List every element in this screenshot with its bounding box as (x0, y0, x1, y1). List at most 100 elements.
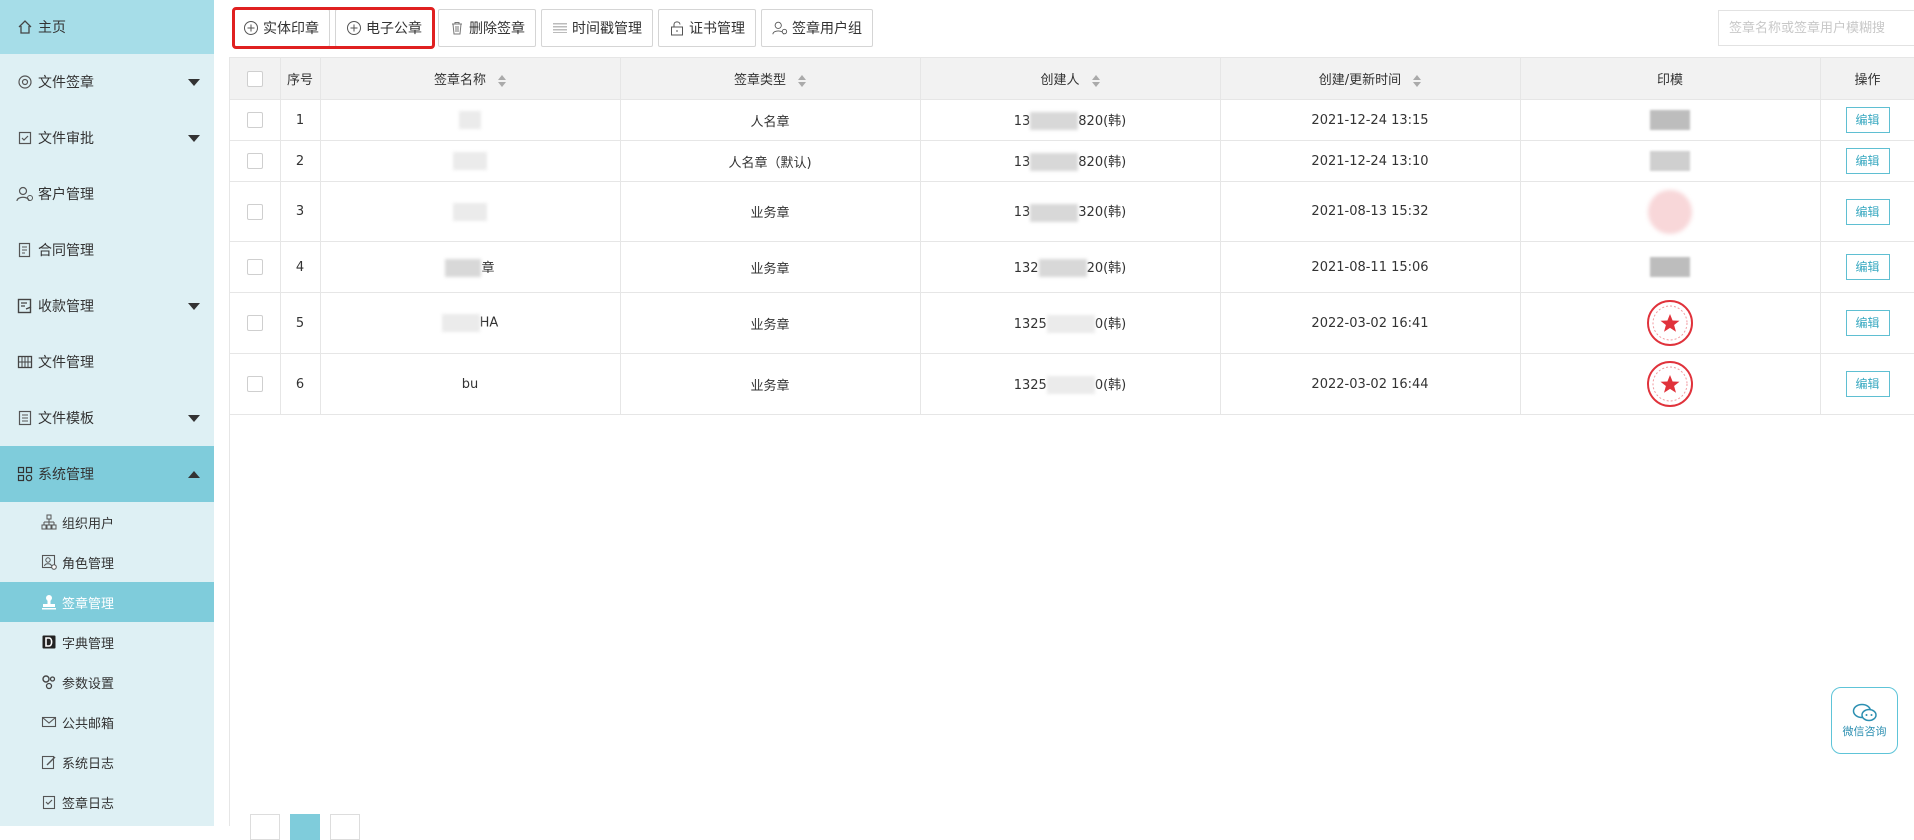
seal-user-group-button[interactable]: 签章用户组 (761, 9, 873, 47)
creator-prefix: 1325 (1013, 377, 1047, 393)
sort-icon[interactable] (498, 74, 506, 87)
electronic-seal-button[interactable]: 电子公章 (335, 9, 433, 47)
approve-icon (16, 129, 34, 147)
page-next-button[interactable] (330, 814, 360, 840)
select-all-cell[interactable] (230, 58, 281, 100)
sidebar-item-label: 合同管理 (38, 243, 94, 259)
sidebar-subitem-label: 角色管理 (62, 556, 115, 572)
org-icon (40, 513, 58, 531)
row-index: 5 (280, 292, 321, 354)
sidebar-subitem-system-log[interactable]: 系统日志 (0, 742, 214, 782)
sort-icon[interactable] (1091, 74, 1100, 87)
sidebar-subitem-seal-management[interactable]: 签章管理 (0, 582, 214, 622)
header-time-label: 创建/更新时间 (1318, 73, 1402, 88)
edit-button[interactable]: 编辑 (1845, 148, 1890, 174)
row-time: 2021-08-11 15:06 (1220, 241, 1521, 293)
sidebar-subitem-org-users[interactable]: 组织用户 (0, 502, 214, 542)
edit-button[interactable]: 编辑 (1845, 198, 1890, 225)
sidebar-item-payments[interactable]: 收款管理 (0, 278, 214, 334)
plus-circle-icon (243, 20, 259, 36)
row-seal-image (1520, 140, 1821, 182)
wechat-consult-button[interactable]: 微信咨询 (1831, 687, 1898, 754)
sidebar-item-home[interactable]: 主页 (0, 0, 214, 54)
row-checkbox[interactable] (246, 153, 263, 169)
certificate-label: 证书管理 (689, 21, 745, 37)
physical-seal-button[interactable]: 实体印章 (232, 9, 330, 47)
sidebar-subitem-dictionary[interactable]: 字典管理 (0, 622, 214, 662)
header-name[interactable]: 签章名称 (320, 58, 621, 100)
sidebar-subitem-roles[interactable]: 角色管理 (0, 542, 214, 582)
sidebar-subitem-public-mailbox[interactable]: 公共邮箱 (0, 702, 214, 742)
search-input[interactable] (1718, 10, 1914, 46)
sidebar-item-templates[interactable]: 文件模板 (0, 390, 214, 446)
seal-image (1650, 151, 1690, 171)
contract-icon (16, 241, 34, 259)
trash-icon (449, 20, 465, 36)
seal-icon (40, 593, 58, 611)
sidebar-item-customers[interactable]: 客户管理 (0, 166, 214, 222)
row-creator: 1325 0(韩) (920, 292, 1221, 354)
row-time: 2022-03-02 16:41 (1220, 292, 1521, 354)
sidebar-item-label: 文件审批 (38, 131, 94, 147)
sidebar-item-label: 文件签章 (38, 75, 94, 91)
sidebar-item-files[interactable]: 文件管理 (0, 334, 214, 390)
pagination (250, 814, 360, 840)
log-icon (40, 753, 58, 771)
header-index: 序号 (280, 58, 321, 100)
creator-suffix: 820(韩) (1078, 113, 1127, 129)
table-row: 6 bu 业务章 1325 0(韩) 2022-03-02 16:44 编辑 (230, 353, 1914, 415)
row-time: 2021-12-24 13:15 (1220, 99, 1521, 141)
sidebar-subitem-parameters[interactable]: 参数设置 (0, 662, 214, 702)
row-checkbox[interactable] (246, 112, 263, 128)
row-index: 6 (280, 353, 321, 415)
sidebar-item-contracts[interactable]: 合同管理 (0, 222, 214, 278)
select-all-checkbox[interactable] (246, 70, 263, 87)
sidebar-subitem-label: 签章日志 (62, 796, 115, 812)
row-checkbox[interactable] (246, 376, 263, 392)
certificate-button[interactable]: 证书管理 (658, 9, 756, 47)
row-creator: 13 820(韩) (920, 99, 1221, 141)
row-checkbox[interactable] (246, 203, 263, 220)
row-type: 业务章 (620, 241, 921, 293)
delete-seal-label: 删除签章 (469, 21, 525, 37)
header-type[interactable]: 签章类型 (620, 58, 921, 100)
row-type: 人名章 (620, 99, 921, 141)
chat-bubble-icon (1852, 703, 1877, 721)
page-prev-button[interactable] (250, 814, 280, 840)
row-time: 2021-08-13 15:32 (1220, 181, 1521, 242)
physical-seal-label: 实体印章 (263, 21, 319, 37)
sidebar-subitem-seal-log[interactable]: 签章日志 (0, 782, 214, 822)
sidebar-item-file-approval[interactable]: 文件审批 (0, 110, 214, 166)
header-time[interactable]: 创建/更新时间 (1220, 58, 1521, 100)
creator-prefix: 13 (1013, 113, 1031, 129)
page-current-button[interactable] (290, 814, 320, 840)
lock-icon (669, 20, 685, 36)
sidebar-item-system[interactable]: 系统管理 (0, 446, 214, 502)
sidebar-item-label: 系统管理 (38, 467, 94, 483)
sidebar-item-file-signing[interactable]: 文件签章 (0, 54, 214, 110)
row-checkbox[interactable] (246, 315, 263, 331)
electronic-seal-label: 电子公章 (366, 21, 422, 37)
timestamp-label: 时间戳管理 (572, 21, 642, 37)
edit-button[interactable]: 编辑 (1845, 371, 1890, 397)
plus-circle-icon (346, 20, 362, 36)
delete-seal-button[interactable]: 删除签章 (438, 9, 536, 47)
header-action: 操作 (1820, 58, 1914, 100)
row-seal-image (1520, 241, 1821, 293)
header-creator[interactable]: 创建人 (920, 58, 1221, 100)
row-seal-image (1520, 181, 1821, 242)
row-type: 业务章 (620, 292, 921, 354)
edit-button[interactable]: 编辑 (1845, 254, 1890, 280)
row-creator: 1325 0(韩) (920, 353, 1221, 415)
wechat-consult-label: 微信咨询 (1842, 724, 1887, 738)
timestamp-button[interactable]: 时间戳管理 (541, 9, 653, 47)
sort-icon[interactable] (798, 74, 806, 87)
sort-icon[interactable] (1413, 74, 1422, 87)
edit-button[interactable]: 编辑 (1845, 107, 1890, 133)
red-seal-image (1647, 300, 1693, 346)
chevron-down-icon (188, 79, 200, 86)
edit-button[interactable]: 编辑 (1845, 310, 1890, 336)
row-checkbox[interactable] (246, 259, 263, 275)
sidebar-item-label: 主页 (38, 20, 66, 36)
sidebar-subitem-label: 公共邮箱 (62, 716, 115, 732)
